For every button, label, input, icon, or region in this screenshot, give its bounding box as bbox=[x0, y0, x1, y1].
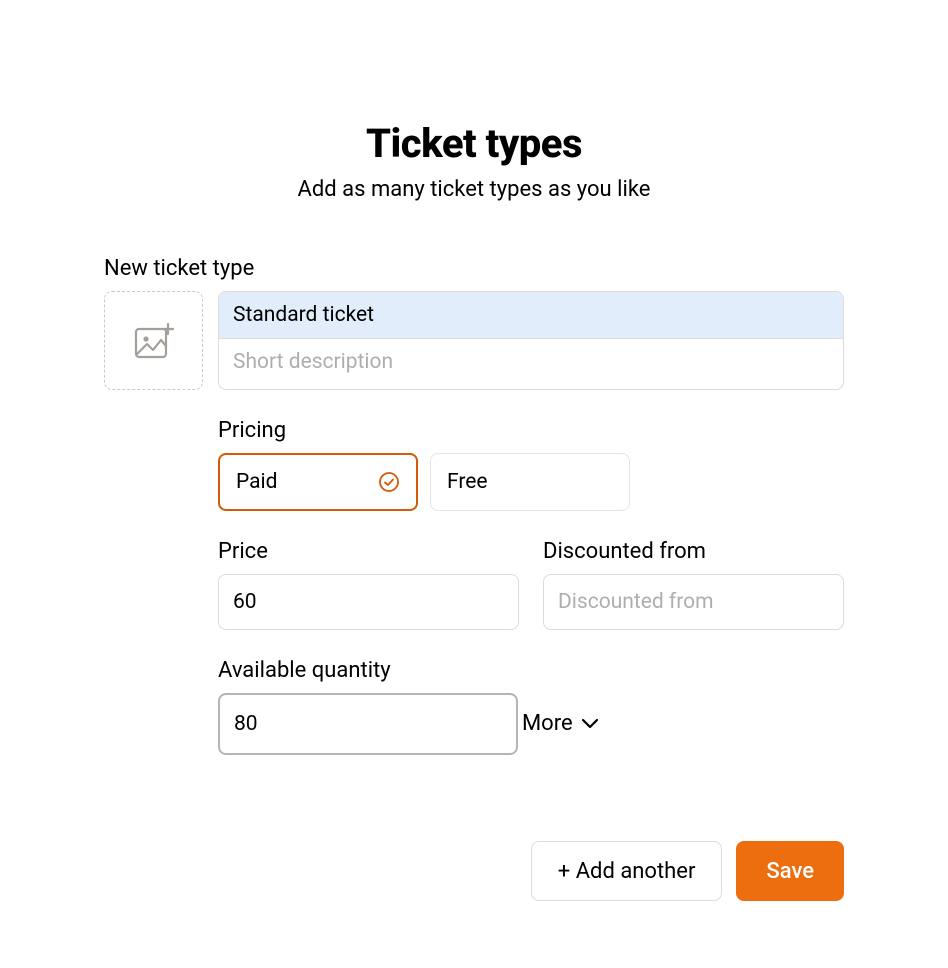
page-header: Ticket types Add as many ticket types as… bbox=[104, 120, 844, 202]
pricing-option-free[interactable]: Free bbox=[430, 453, 630, 511]
discount-label: Discounted from bbox=[543, 539, 844, 564]
price-input[interactable] bbox=[218, 574, 519, 630]
pricing-option-paid[interactable]: Paid bbox=[218, 453, 418, 511]
chevron-down-icon bbox=[581, 718, 599, 729]
form-footer: + Add another Save bbox=[218, 841, 844, 901]
pricing-option-free-label: Free bbox=[447, 470, 488, 494]
image-upload-button[interactable] bbox=[104, 291, 203, 390]
price-row: Price Discounted from bbox=[218, 539, 844, 630]
name-description-group bbox=[218, 291, 844, 390]
section-label-new-ticket: New ticket type bbox=[104, 256, 844, 281]
save-button[interactable]: Save bbox=[736, 841, 844, 901]
ticket-description-input[interactable] bbox=[219, 339, 843, 385]
ticket-identity-row bbox=[104, 291, 844, 390]
page-subtitle: Add as many ticket types as you like bbox=[104, 177, 844, 202]
image-add-icon bbox=[133, 320, 175, 362]
add-another-button[interactable]: + Add another bbox=[531, 841, 723, 901]
more-toggle-label: More bbox=[522, 711, 573, 736]
ticket-types-form: Ticket types Add as many ticket types as… bbox=[104, 0, 844, 901]
check-circle-icon bbox=[378, 471, 400, 493]
quantity-input[interactable] bbox=[218, 693, 518, 755]
pricing-options: Paid Free bbox=[218, 453, 844, 511]
pricing-label: Pricing bbox=[218, 418, 844, 443]
page-title: Ticket types bbox=[104, 120, 844, 167]
discount-input[interactable] bbox=[543, 574, 844, 630]
more-toggle[interactable]: More bbox=[522, 711, 599, 736]
ticket-name-input[interactable] bbox=[219, 292, 843, 339]
discount-field: Discounted from bbox=[543, 539, 844, 630]
pricing-option-paid-label: Paid bbox=[236, 470, 278, 494]
price-label: Price bbox=[218, 539, 519, 564]
quantity-label: Available quantity bbox=[218, 658, 844, 683]
form-body: Pricing Paid Free Price Discounted from bbox=[218, 418, 844, 901]
price-field: Price bbox=[218, 539, 519, 630]
